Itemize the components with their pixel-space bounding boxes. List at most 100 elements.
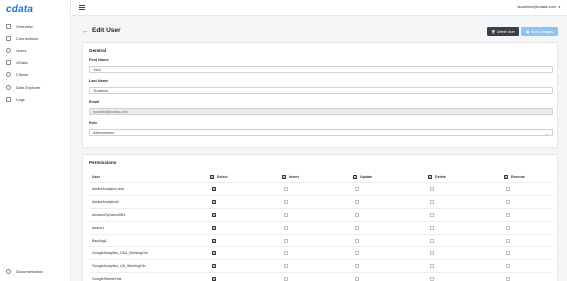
delete-checkbox[interactable] [430, 277, 434, 281]
table-row: AdobeAnalytics0 [89, 196, 553, 209]
trash-icon: 🗑 [491, 29, 496, 34]
update-checkbox[interactable] [355, 238, 359, 243]
delete-all-checkbox[interactable] [428, 174, 432, 179]
save-changes-button[interactable]: ▣ Save Changes [521, 27, 558, 36]
connection-name: Asana1 [92, 225, 105, 230]
execute-checkbox[interactable] [506, 225, 510, 230]
select-checkbox[interactable] [212, 212, 216, 217]
permissions-card: Permissions User Select Insert Update De… [82, 154, 558, 281]
table-row: Backlog1 [89, 235, 553, 248]
sidebar-item-documentation[interactable]: Documentation [0, 265, 71, 277]
permissions-table: User Select Insert Update Delete Execute… [89, 171, 553, 281]
select-all-checkbox[interactable] [210, 174, 214, 179]
connection-name: Backlog1 [92, 238, 107, 243]
execute-checkbox[interactable] [506, 277, 510, 281]
execute-all-checkbox[interactable] [504, 174, 508, 179]
update-checkbox[interactable] [355, 212, 359, 217]
sidebar-item-odata[interactable]: OData [0, 57, 71, 69]
execute-checkbox[interactable] [506, 199, 510, 204]
update-checkbox[interactable] [355, 186, 359, 191]
column-header-execute: Execute [511, 174, 525, 179]
column-header-delete: Delete [435, 174, 446, 179]
update-checkbox[interactable] [355, 225, 359, 230]
sidebar-item-connections[interactable]: Connections [0, 32, 71, 44]
execute-checkbox[interactable] [506, 186, 510, 191]
insert-all-checkbox[interactable] [282, 174, 286, 179]
delete-checkbox[interactable] [430, 225, 434, 230]
link-icon [6, 35, 11, 41]
table-row: AmazonDynamoDB1 [89, 209, 553, 222]
insert-checkbox[interactable] [284, 225, 288, 230]
table-row: GoogleAnalytics_GA4_WorkingGin [89, 247, 553, 261]
sidebar-item-data-explorer[interactable]: Data Explorer [0, 81, 71, 93]
column-header-update: Update [360, 174, 373, 179]
email-label: Email [89, 100, 100, 104]
sidebar-item-clients[interactable]: Clients [0, 69, 71, 81]
delete-user-button[interactable]: 🗑 Delete User [487, 27, 519, 36]
cdata-logo[interactable]: cdata [6, 4, 33, 15]
back-arrow-icon[interactable]: ← [82, 28, 89, 35]
user-icon [6, 47, 11, 53]
table-row: GoogleAnalytics_UA_WorkingGin [89, 260, 553, 274]
sidebar: cdata Overview Connections Users OData C… [0, 0, 71, 281]
menu-toggle-icon[interactable] [79, 5, 85, 10]
select-checkbox[interactable] [212, 264, 216, 269]
sidebar-item-label: Overview [16, 23, 33, 29]
connection-name: GoogleAnalytics_GA4_WorkingGin [92, 251, 148, 256]
insert-checkbox[interactable] [284, 264, 288, 269]
execute-checkbox[interactable] [506, 238, 510, 243]
update-checkbox[interactable] [355, 251, 359, 256]
insert-checkbox[interactable] [284, 199, 288, 204]
sidebar-item-logs[interactable]: Logs [0, 93, 71, 105]
sidebar-item-label: Logs [16, 96, 25, 102]
role-select[interactable]: Administrator ⌄ [89, 129, 553, 136]
delete-checkbox[interactable] [430, 186, 434, 191]
odata-icon [6, 60, 11, 66]
sidebar-item-label: Users [16, 47, 27, 53]
update-checkbox[interactable] [355, 277, 359, 281]
insert-checkbox[interactable] [284, 251, 288, 256]
delete-checkbox[interactable] [430, 212, 434, 217]
update-checkbox[interactable] [355, 199, 359, 204]
email-field: tsushima@cdata.com [89, 108, 553, 115]
sidebar-item-label: Documentation [16, 268, 43, 274]
sidebar-item-label: Connections [16, 35, 39, 41]
delete-checkbox[interactable] [430, 264, 434, 269]
chevron-down-icon: ⌄ [545, 131, 548, 136]
execute-checkbox[interactable] [506, 264, 510, 269]
select-checkbox[interactable] [212, 199, 216, 204]
connection-name: AmazonDynamoDB1 [92, 212, 126, 217]
sidebar-item-users[interactable]: Users [0, 44, 71, 56]
select-checkbox[interactable] [212, 251, 216, 256]
execute-checkbox[interactable] [506, 251, 510, 256]
insert-checkbox[interactable] [284, 277, 288, 281]
clients-icon [6, 72, 11, 78]
table-header-row: User Select Insert Update Delete Execute [89, 171, 553, 183]
role-label: Role [89, 121, 98, 125]
sidebar-item-overview[interactable]: Overview [0, 20, 71, 32]
insert-checkbox[interactable] [284, 186, 288, 191]
table-row: GoogleSheetsTest [89, 273, 553, 281]
home-icon [6, 23, 11, 29]
delete-checkbox[interactable] [430, 251, 434, 256]
page-header: ← Edit User 🗑 Delete User ▣ Save Changes [82, 26, 558, 37]
select-checkbox[interactable] [212, 225, 216, 230]
table-row: AdobeAnalytics-test [89, 183, 553, 196]
first-name-field[interactable]: Yoko [89, 66, 553, 73]
update-all-checkbox[interactable] [353, 174, 357, 179]
user-menu[interactable]: tsushima@cdata.com ▼ [517, 4, 561, 9]
delete-checkbox[interactable] [430, 199, 434, 204]
column-header-insert: Insert [289, 174, 299, 179]
select-checkbox[interactable] [212, 186, 216, 191]
select-checkbox[interactable] [212, 238, 216, 243]
last-name-field[interactable]: Tsushima [89, 87, 553, 94]
first-name-label: First Name [89, 58, 109, 62]
chevron-down-icon: ▼ [558, 4, 561, 9]
insert-checkbox[interactable] [284, 238, 288, 243]
sidebar-item-label: OData [16, 60, 28, 66]
execute-checkbox[interactable] [506, 212, 510, 217]
select-checkbox[interactable] [212, 277, 216, 281]
update-checkbox[interactable] [355, 264, 359, 269]
delete-checkbox[interactable] [430, 238, 434, 243]
insert-checkbox[interactable] [284, 212, 288, 217]
